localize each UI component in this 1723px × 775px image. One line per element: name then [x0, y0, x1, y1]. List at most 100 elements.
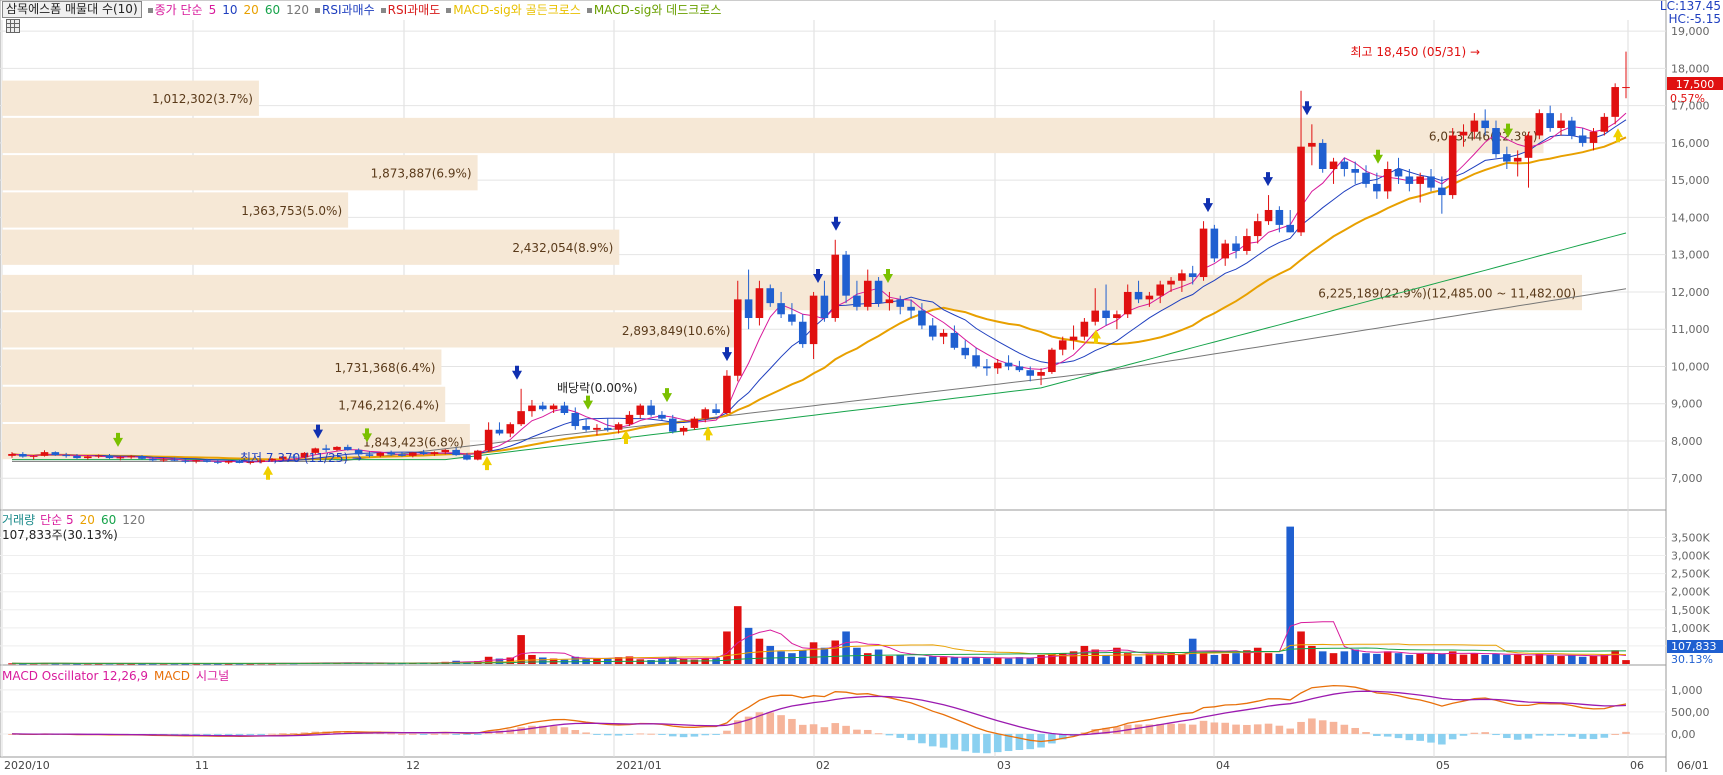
legend-item[interactable]: 단순 5: [40, 513, 74, 527]
volume-bar: [1275, 653, 1284, 664]
macd-osc-bar: [1373, 733, 1381, 737]
volume-bar: [1416, 653, 1424, 664]
candle-body: [549, 405, 558, 410]
legend-item[interactable]: 120: [122, 513, 145, 527]
candle-body: [1004, 362, 1013, 367]
candle-body: [614, 424, 623, 430]
legend-item[interactable]: MACD: [154, 669, 190, 683]
legend-item[interactable]: 종가 단순: [147, 3, 203, 17]
candle-body: [1546, 113, 1554, 129]
candle-body: [1416, 176, 1424, 184]
candle-body: [463, 455, 471, 460]
macd-osc-bar: [983, 733, 991, 754]
macd-osc-bar: [939, 733, 948, 748]
macd-osc-bar: [863, 729, 872, 734]
candle-body: [214, 461, 222, 463]
macd-osc-bar: [1383, 733, 1392, 737]
legend-item[interactable]: 120: [286, 3, 309, 17]
y-tick-label: 16,000: [1671, 137, 1710, 150]
volume-bar: [950, 657, 959, 664]
macd-osc-bar: [582, 732, 590, 734]
legend-item[interactable]: 시그널: [196, 669, 229, 683]
high-annotation: 최고 18,450 (05/31) →: [1350, 45, 1480, 59]
candle-body: [333, 446, 341, 450]
candle-body: [138, 456, 146, 459]
volume-bar: [1373, 653, 1381, 664]
volume-bar: [939, 657, 948, 664]
candle-body: [1134, 291, 1143, 300]
candle-body: [1600, 116, 1609, 132]
legend-item[interactable]: MACD Oscillator 12,26,9: [2, 669, 148, 683]
macd-osc-bar: [679, 733, 688, 738]
legend-item[interactable]: RSI과매수: [315, 3, 375, 17]
legend-item[interactable]: 20: [244, 3, 259, 17]
volume-bar: [1221, 653, 1229, 664]
x-tick-label: 2021/01: [616, 759, 662, 772]
candle-body: [733, 299, 742, 376]
candle-body: [495, 429, 504, 434]
candle-body: [365, 454, 374, 456]
candle-body: [961, 347, 970, 356]
macd-osc-bar: [1188, 724, 1197, 734]
macd-osc-bar: [993, 733, 1002, 753]
candle-body: [528, 405, 536, 412]
legend-item[interactable]: MACD-sig와 골든크로스: [446, 3, 581, 17]
legend-item[interactable]: 5: [209, 3, 217, 17]
x-tick-label: 06/01: [1677, 759, 1709, 772]
macd-osc-bar: [1275, 725, 1284, 734]
legend-item[interactable]: 60: [265, 3, 280, 17]
candle-body: [1178, 273, 1186, 281]
legend-item[interactable]: MACD-sig와 데드크로스: [586, 3, 721, 17]
macd-osc-bar: [1513, 733, 1522, 740]
volume-bar: [1253, 647, 1262, 664]
legend-item[interactable]: RSI과매도: [380, 3, 440, 17]
x-tick-label: 02: [816, 759, 830, 772]
macd-osc-bar: [473, 733, 482, 735]
candle-body: [441, 449, 450, 453]
signal-down-arrow-icon: [512, 365, 522, 380]
price-tag: 17,500: [1676, 78, 1715, 91]
candle-body: [170, 459, 179, 461]
candle-body: [1026, 370, 1035, 376]
macd-osc-bar: [777, 715, 785, 734]
grid-settings-icon[interactable]: [6, 19, 20, 33]
legend-item[interactable]: 60: [101, 513, 116, 527]
macd-osc-bar: [549, 725, 558, 734]
candle-body: [1394, 169, 1403, 177]
volume-bar: [733, 606, 742, 664]
candle-body: [1513, 157, 1522, 162]
y-tick-label: 7,000: [1671, 472, 1703, 485]
volume-bar: [1048, 653, 1056, 664]
candle-body: [1373, 183, 1381, 192]
candle-body: [928, 325, 937, 337]
macd-osc-bar: [1221, 722, 1229, 734]
indicator-selector[interactable]: 삼목에스폼 매물대 수(10): [2, 0, 142, 18]
candle-body: [777, 303, 785, 315]
macd-osc-bar: [1210, 722, 1219, 734]
macd-osc-bar: [1264, 723, 1273, 734]
candle-body: [896, 299, 905, 307]
chart-canvas[interactable]: 19,00018,00017,00016,00015,00014,00013,0…: [0, 0, 1723, 772]
volume-bar: [885, 656, 894, 664]
macd-osc-bar: [1232, 724, 1240, 734]
legend-item[interactable]: 20: [80, 513, 95, 527]
legend-item[interactable]: 10: [222, 3, 237, 17]
macd-osc-bar: [636, 733, 645, 735]
stock-chart[interactable]: 19,000 18,000 17,000 16,000 15,000 14,000 13,0…: [0, 0, 1723, 772]
x-tick-label: 11: [195, 759, 209, 772]
candle-body: [84, 456, 92, 459]
volume-bar: [517, 635, 525, 664]
macd-osc-bar: [614, 733, 623, 736]
candle-body: [1253, 221, 1262, 237]
candle-body: [668, 418, 677, 432]
candle-body: [1015, 366, 1024, 371]
volume-bar: [1134, 656, 1143, 664]
candle-body: [950, 332, 959, 348]
macd-osc-bar: [1178, 723, 1186, 734]
volume-bar: [993, 657, 1002, 664]
candle-body: [582, 426, 590, 430]
candle-body: [918, 310, 926, 326]
macd-osc-bar: [1286, 728, 1294, 734]
macd-tick-label: 1,000: [1671, 684, 1703, 697]
macd-osc-bar: [712, 733, 720, 735]
